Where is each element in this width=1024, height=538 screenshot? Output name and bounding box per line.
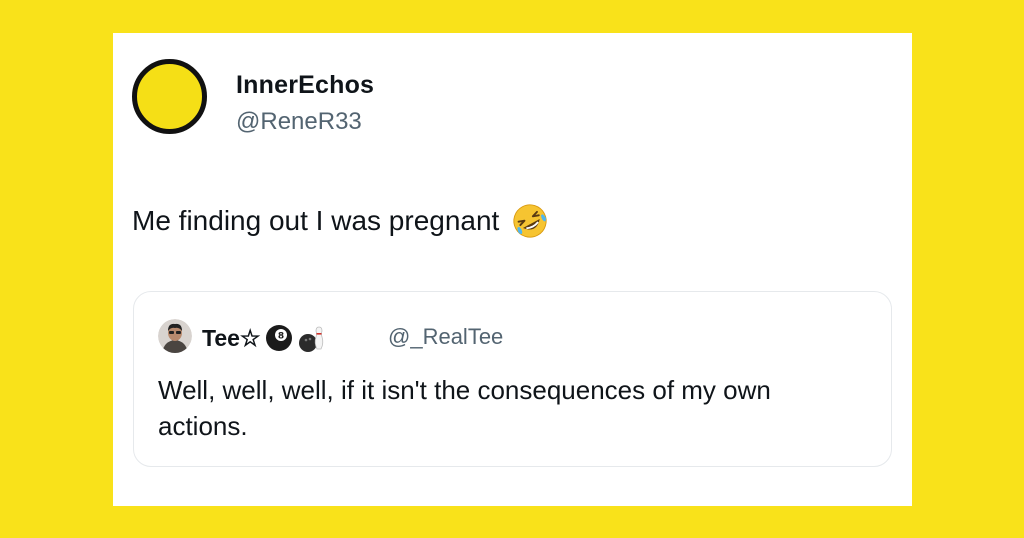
svg-text:8: 8 [277,332,283,342]
tweet-body: Me finding out I was pregnant [132,202,549,240]
tweet-text: Me finding out I was pregnant [132,205,500,236]
bowling-icon [298,326,323,352]
author-handle[interactable]: @ReneR33 [236,108,362,136]
author-avatar[interactable] [132,59,207,134]
8-ball-icon: 8 [265,325,292,351]
quoted-author-avatar[interactable] [158,319,192,353]
quoted-author-name[interactable]: Tee☆ [202,325,261,352]
tweet-card: InnerEchos @ReneR33 Me finding out I was… [113,33,912,506]
quoted-tweet[interactable]: Tee☆ 8 @_RealTee Well, well, well, if it… [133,291,892,467]
quoted-author-handle[interactable]: @_RealTee [388,324,503,350]
author-name[interactable]: InnerEchos [236,71,374,100]
rolling-on-floor-laughing-icon [513,204,547,238]
quoted-tweet-text: Well, well, well, if it isn't the conseq… [158,375,771,441]
quoted-author-name-row[interactable]: Tee☆ 8 [202,323,327,353]
